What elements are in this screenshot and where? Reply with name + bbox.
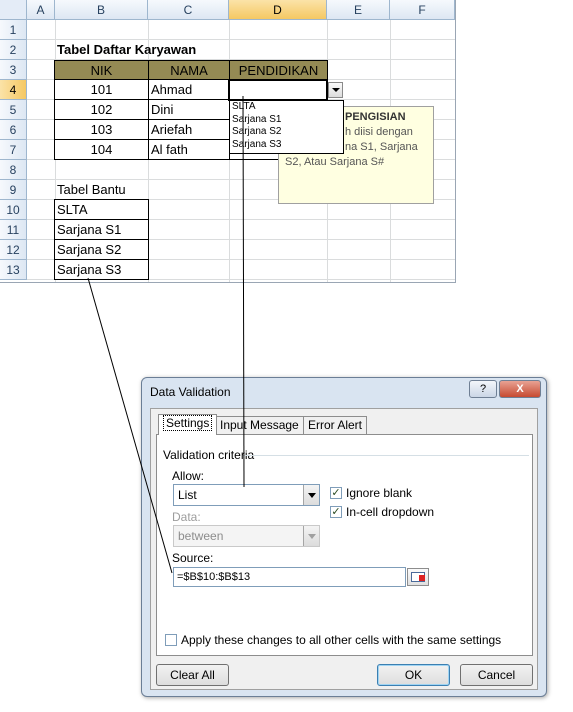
in-cell-dropdown-checkbox[interactable]: ✓ — [330, 506, 342, 518]
row-header-13[interactable]: 13 — [0, 260, 27, 280]
source-input[interactable]: =$B$10:$B$13 — [173, 567, 406, 587]
ok-button[interactable]: OK — [377, 664, 450, 686]
data-validation-dialog: Data Validation ? X Settings Input Messa… — [141, 377, 547, 697]
data-select-value: between — [178, 529, 224, 543]
input-message-text: S2, Atau Sarjana S# — [285, 156, 385, 168]
cell-nama[interactable]: Ariefah — [148, 119, 230, 140]
header-pendidikan[interactable]: PENDIDIKAN — [229, 60, 328, 80]
dropdown-option[interactable]: Sarjana S1 — [230, 114, 343, 127]
tab-input-message[interactable]: Input Message — [215, 416, 304, 434]
dialog-title: Data Validation — [150, 385, 231, 399]
helper-title[interactable]: Tabel Bantu — [55, 180, 148, 200]
tab-settings-label: Settings — [163, 415, 213, 431]
dialog-body: Settings Input Message Error Alert Valid… — [150, 408, 538, 690]
helper-item[interactable]: Sarjana S3 — [54, 259, 149, 280]
validation-dropdown-list: SLTA Sarjana S1 Sarjana S2 Sarjana S3 — [229, 100, 344, 154]
header-nama[interactable]: NAMA — [148, 60, 230, 80]
row-header-8[interactable]: 8 — [0, 160, 27, 180]
column-header-f[interactable]: F — [390, 0, 455, 20]
section-divider — [243, 455, 529, 456]
cell-nik[interactable]: 103 — [54, 119, 149, 140]
cell-nama[interactable]: Al fath — [148, 139, 230, 160]
helper-item[interactable]: Sarjana S1 — [54, 219, 149, 240]
row-header-2[interactable]: 2 — [0, 40, 27, 60]
column-header-c[interactable]: C — [148, 0, 229, 20]
collapse-dialog-icon[interactable] — [407, 568, 429, 586]
allow-select-value: List — [178, 488, 197, 502]
cell-nik[interactable]: 104 — [54, 139, 149, 160]
input-message-title: PENGISIAN — [345, 111, 406, 123]
clear-all-button[interactable]: Clear All — [156, 664, 229, 686]
row-header-10[interactable]: 10 — [0, 200, 27, 220]
cell-nama[interactable]: Ahmad — [148, 79, 230, 100]
source-label: Source: — [172, 551, 214, 565]
help-button[interactable]: ? — [469, 380, 497, 398]
cancel-button[interactable]: Cancel — [460, 664, 533, 686]
input-message-text: na S1, Sarjana — [345, 141, 418, 153]
tab-settings[interactable]: Settings — [158, 414, 218, 435]
chevron-down-icon — [303, 526, 319, 546]
dropdown-option[interactable]: Sarjana S2 — [230, 126, 343, 139]
row-header-11[interactable]: 11 — [0, 220, 27, 240]
active-cell-d4[interactable] — [228, 79, 328, 101]
column-header-a[interactable]: A — [27, 0, 55, 20]
cell-dropdown-arrow-icon[interactable] — [328, 82, 343, 98]
row-header-1[interactable]: 1 — [0, 20, 27, 40]
allow-select[interactable]: List — [173, 484, 320, 506]
cell-nik[interactable]: 101 — [54, 79, 149, 100]
input-message-text: h diisi dengan — [345, 126, 413, 138]
select-all-corner[interactable] — [0, 0, 27, 20]
row-header-7[interactable]: 7 — [0, 140, 27, 160]
apply-all-label[interactable]: Apply these changes to all other cells w… — [181, 633, 501, 647]
table-title[interactable]: Tabel Daftar Karyawan — [55, 40, 255, 60]
data-select: between — [173, 525, 320, 547]
tab-error-alert[interactable]: Error Alert — [303, 416, 368, 434]
row-header-12[interactable]: 12 — [0, 240, 27, 260]
settings-panel: Validation criteria Allow: List ✓ Ignore… — [156, 434, 533, 656]
helper-item[interactable]: SLTA — [54, 199, 149, 220]
cell-nik[interactable]: 102 — [54, 99, 149, 120]
row-header-3[interactable]: 3 — [0, 60, 27, 80]
allow-label: Allow: — [172, 469, 205, 483]
header-nik[interactable]: NIK — [54, 60, 149, 80]
row-header-4[interactable]: 4 — [0, 80, 27, 100]
column-header-e[interactable]: E — [327, 0, 390, 20]
ignore-blank-checkbox[interactable]: ✓ — [330, 487, 342, 499]
helper-item[interactable]: Sarjana S2 — [54, 239, 149, 260]
row-header-6[interactable]: 6 — [0, 120, 27, 140]
data-label: Data: — [172, 510, 201, 524]
dropdown-option[interactable]: SLTA — [230, 101, 343, 114]
in-cell-dropdown-label[interactable]: In-cell dropdown — [346, 505, 434, 519]
row-header-5[interactable]: 5 — [0, 100, 27, 120]
column-header-b[interactable]: B — [55, 0, 148, 20]
ignore-blank-label[interactable]: Ignore blank — [346, 486, 412, 500]
chevron-down-icon[interactable] — [303, 485, 319, 505]
cell-nama[interactable]: Dini — [148, 99, 230, 120]
apply-all-checkbox[interactable] — [165, 634, 177, 646]
section-label: Validation criteria — [163, 448, 255, 462]
row-header-9[interactable]: 9 — [0, 180, 27, 200]
column-header-d[interactable]: D — [229, 0, 327, 20]
dropdown-option[interactable]: Sarjana S3 — [230, 139, 343, 152]
close-button[interactable]: X — [499, 380, 541, 398]
